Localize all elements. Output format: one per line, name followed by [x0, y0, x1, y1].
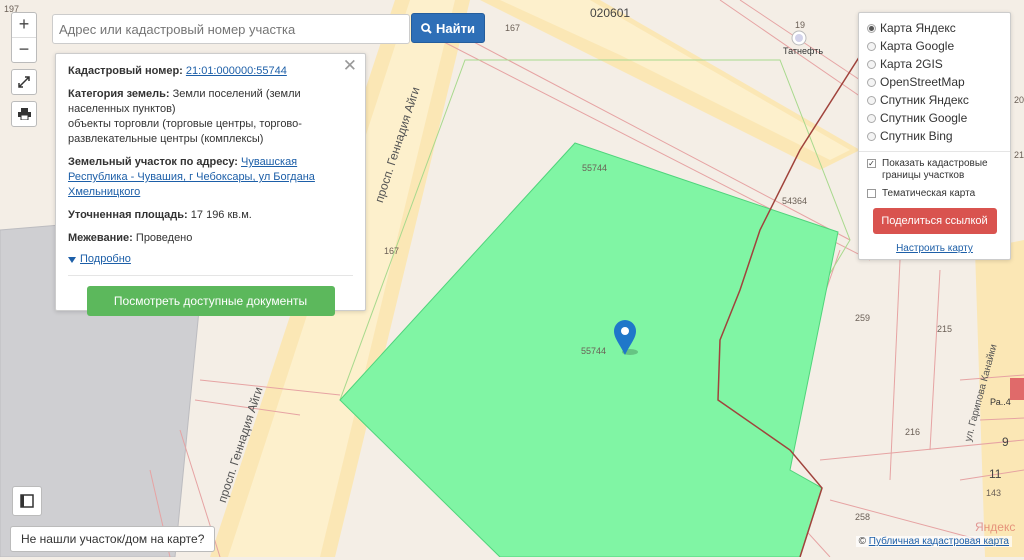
layer-option-label: Карта 2GIS — [880, 57, 943, 71]
layer-option-label: OpenStreetMap — [880, 75, 965, 89]
layer-option[interactable]: Спутник Google — [867, 109, 1002, 127]
expand-icon — [18, 76, 30, 88]
printer-icon — [17, 108, 31, 120]
map-number: 167 — [505, 23, 521, 33]
copyright-symbol: © — [858, 536, 866, 547]
layer-option[interactable]: Спутник Bing — [867, 127, 1002, 145]
map-number: 54364 — [782, 196, 808, 206]
map-number: 143 — [986, 488, 1002, 498]
divider — [859, 151, 1010, 152]
survey-value: Проведено — [135, 232, 193, 244]
more-details-label: Подробно — [80, 253, 131, 265]
poi-label: Ра..4 — [990, 397, 1011, 407]
map-number: 11 — [989, 467, 1002, 481]
map-number: 20 — [1014, 95, 1024, 105]
zoom-in-button[interactable]: + — [12, 13, 36, 37]
poi-label: Татнефть — [783, 46, 824, 56]
layer-option[interactable]: OpenStreetMap — [867, 73, 1002, 91]
cadastral-number-link[interactable]: 21:01:000000:55744 — [186, 65, 287, 77]
radio-icon[interactable] — [867, 41, 876, 51]
print-button[interactable] — [11, 101, 37, 127]
map-layers-panel: Карта Яндекс Карта Google Карта 2GIS OpenSt… — [858, 12, 1011, 260]
show-boundaries-label: Показать кадастровые границы участков — [882, 158, 988, 181]
layer-option-label: Карта Яндекс — [880, 21, 956, 35]
area-value: 17 196 кв.м. — [190, 209, 252, 221]
zoom-out-button[interactable]: − — [12, 37, 36, 62]
land-use-value: объекты торговли (торговые центры, торго… — [68, 118, 302, 145]
radio-icon[interactable] — [867, 131, 876, 141]
divider — [68, 275, 353, 276]
show-boundaries-toggle[interactable]: ✓ Показать кадастровые границы участков — [867, 158, 1002, 182]
radio-icon[interactable] — [867, 59, 876, 69]
land-category-label: Категория земель: — [68, 88, 170, 100]
copyright: © Публичная кадастровая карта — [855, 536, 1012, 547]
copyright-link[interactable]: Публичная кадастровая карта — [869, 536, 1009, 547]
layer-option[interactable]: Карта Яндекс — [867, 19, 1002, 37]
fullscreen-button[interactable] — [11, 69, 37, 95]
layer-option[interactable]: Карта Google — [867, 37, 1002, 55]
checkbox-icon[interactable] — [867, 189, 876, 198]
not-found-button[interactable]: Не нашли участок/дом на карте? — [10, 526, 216, 552]
thematic-map-label: Тематическая карта — [882, 188, 976, 199]
layer-option-label: Карта Google — [880, 39, 955, 53]
radio-icon[interactable] — [867, 95, 876, 105]
book-icon — [20, 494, 34, 508]
radio-icon[interactable] — [867, 113, 876, 123]
layer-option-label: Спутник Google — [880, 111, 968, 125]
cadastral-number-label: Кадастровый номер: — [68, 65, 183, 77]
map-number: 259 — [855, 313, 871, 323]
map-number: 167 — [384, 246, 400, 256]
layer-option-label: Спутник Bing — [880, 129, 953, 143]
map-number: 258 — [855, 512, 871, 522]
map-number: 21 — [1014, 150, 1024, 160]
view-documents-button[interactable]: Посмотреть доступные документы — [86, 286, 335, 316]
parcel-number: 55744 — [582, 163, 608, 173]
radio-icon[interactable] — [867, 23, 876, 33]
search-input[interactable] — [52, 14, 410, 44]
parcel-info-panel: ✕ Кадастровый номер: 21:01:000000:55744 … — [55, 53, 366, 316]
configure-map-link[interactable]: Настроить карту — [867, 243, 1002, 254]
legend-button[interactable] — [12, 486, 42, 516]
layer-option[interactable]: Спутник Яндекс — [867, 91, 1002, 109]
map-number: 9 — [1002, 435, 1009, 449]
close-icon[interactable]: ✕ — [343, 57, 357, 74]
survey-label: Межевание: — [68, 232, 133, 244]
parcel-number: 55744 — [581, 346, 607, 356]
more-details-link[interactable]: Подробно — [68, 252, 353, 267]
search-button-label: Найти — [436, 20, 475, 36]
checkbox-checked-icon[interactable]: ✓ — [867, 159, 876, 168]
radio-icon[interactable] — [867, 77, 876, 87]
map-number: 19 — [795, 20, 806, 30]
share-link-button[interactable]: Поделиться ссылкой — [872, 208, 997, 234]
yandex-watermark: Яндекс — [975, 520, 1016, 534]
layer-option-label: Спутник Яндекс — [880, 93, 969, 107]
area-label: Уточненная площадь: — [68, 209, 188, 221]
search-button[interactable]: Найти — [411, 13, 485, 43]
address-label: Земельный участок по адресу: — [68, 156, 238, 168]
zoom-control: + − — [11, 12, 37, 63]
search-icon — [421, 22, 432, 34]
layer-options: Карта Яндекс Карта Google Карта 2GIS OpenSt… — [867, 19, 1002, 145]
quarter-number: 020601 — [590, 6, 631, 20]
thematic-map-toggle[interactable]: Тематическая карта — [867, 188, 1002, 200]
map-number: 215 — [937, 324, 953, 334]
triangle-down-icon — [68, 256, 76, 263]
layer-option[interactable]: Карта 2GIS — [867, 55, 1002, 73]
map-number: 216 — [905, 427, 921, 437]
